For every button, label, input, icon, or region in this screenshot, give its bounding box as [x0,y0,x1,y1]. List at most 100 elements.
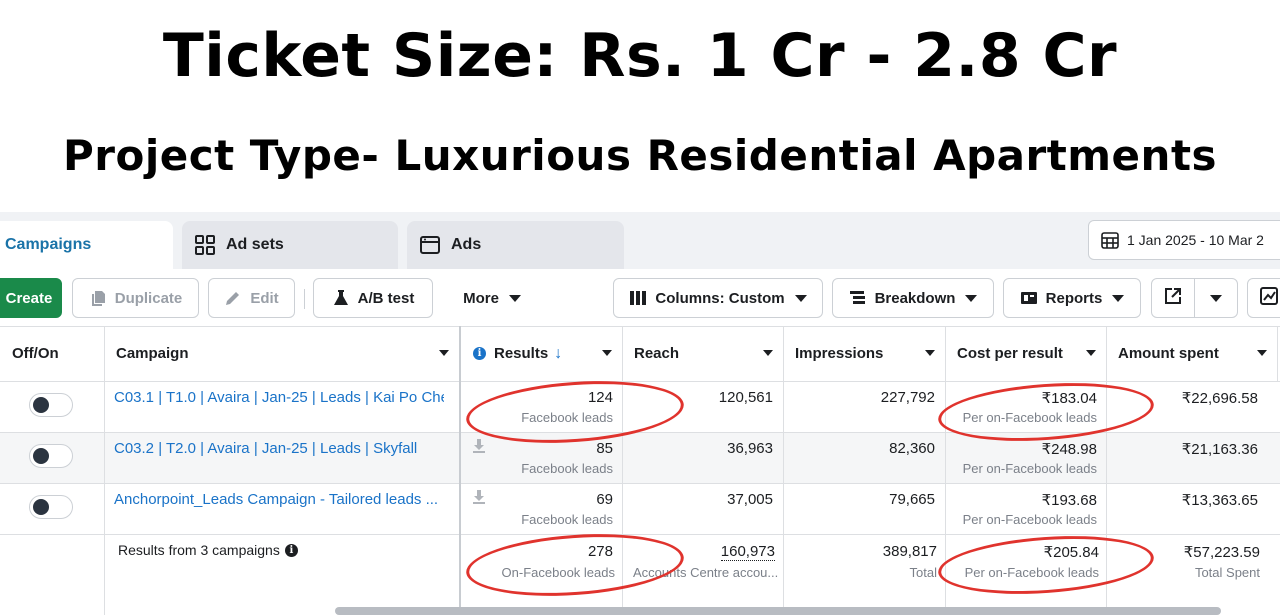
charts-button[interactable] [1247,278,1280,318]
download-icon[interactable] [472,438,486,454]
annotation-circle [936,529,1156,601]
column-header-label: Results [494,345,549,362]
campaign-toggle[interactable] [29,393,73,417]
impressions-value: 227,792 [880,389,935,406]
ads-window-icon [419,234,441,256]
tab-campaigns[interactable]: Campaigns [0,221,173,269]
date-range-picker[interactable]: 1 Jan 2025 - 10 Mar 2 [1088,220,1280,260]
chevron-down-icon [508,294,521,302]
results-value: 69 [596,491,613,508]
info-icon[interactable]: i [284,543,298,557]
grid-line [0,483,1280,484]
reach-value: 37,005 [727,491,773,508]
column-header-cost-per-result[interactable]: Cost per result [945,326,1106,381]
info-icon[interactable]: i [473,347,486,360]
columns-icon [629,290,647,306]
breakdown-label: Breakdown [874,289,956,307]
edit-label: Edit [250,289,279,307]
reports-dropdown[interactable]: Reports [1003,278,1141,318]
calendar-icon [1101,231,1119,249]
tab-ad-sets[interactable]: Ad sets [182,221,398,269]
results-type: Facebook leads [521,512,613,527]
cost-type: Per on-Facebook leads [962,461,1097,476]
headline-subtitle: Project Type- Luxurious Residential Apar… [62,131,1218,180]
sort-descending-icon[interactable]: ↓ [554,345,562,363]
toolbar: Create Duplicate Edit A/B test More Colu… [0,269,1280,326]
column-header-label: Amount spent [1118,345,1219,362]
chevron-down-icon[interactable] [1257,350,1267,356]
duplicate-icon [89,289,107,307]
campaigns-table: Off/On Campaign i Results ↓ Reach Impres… [0,326,1280,615]
date-range-label: 1 Jan 2025 - 10 Mar 2 [1127,232,1264,248]
reports-label: Reports [1045,289,1103,307]
results-type: Facebook leads [521,461,613,476]
ad-sets-grid-icon [194,234,216,256]
export-button[interactable] [1151,278,1195,318]
campaign-name-link[interactable]: C03.1 | T1.0 | Avaira | Jan-25 | Leads |… [114,389,444,406]
ab-test-label[interactable]: A/B test [358,290,415,307]
grid-line [0,534,1280,535]
campaign-name-link[interactable]: Anchorpoint_Leads Campaign - Tailored le… [114,491,444,508]
column-header-off-on[interactable]: Off/On [12,326,102,381]
pencil-icon [224,289,242,307]
flask-icon [332,289,350,307]
campaign-name-link[interactable]: C03.2 | T2.0 | Avaira | Jan-25 | Leads |… [114,440,444,457]
toggle-knob [33,499,49,515]
campaign-toggle[interactable] [29,495,73,519]
duplicate-button[interactable]: Duplicate [72,278,199,318]
chevron-down-icon [1210,294,1222,302]
horizontal-scrollbar[interactable] [335,607,1221,615]
more-dropdown[interactable]: More [447,278,537,318]
column-header-label: Off/On [12,345,59,362]
grid-line [0,381,1280,382]
ads-manager-panel: Campaigns Ad sets Ads 1 Jan 2025 - 10 Ma… [0,212,1280,615]
chevron-down-icon[interactable] [602,350,612,356]
summary-reach-number: 160,973 [720,543,775,561]
tab-ads[interactable]: Ads [407,221,624,269]
tab-campaigns-label: Campaigns [5,236,92,253]
summary-label-text: Results from 3 campaigns [118,542,280,558]
chevron-down-icon[interactable] [925,350,935,356]
create-label: Create [5,289,53,307]
export-icon [1164,287,1182,309]
summary-impressions-value: 389,817 [882,543,937,560]
chevron-down-icon[interactable] [1086,350,1096,356]
chevron-down-icon [965,294,978,302]
more-label: More [463,289,499,307]
tab-ads-label: Ads [451,236,482,253]
summary-label: Results from 3 campaigns i [118,542,298,558]
toggle-knob [33,448,49,464]
edit-button[interactable]: Edit [208,278,295,318]
download-icon[interactable] [472,489,486,505]
amount-spent-value: ₹13,363.65 [1181,492,1258,509]
impressions-value: 82,360 [889,440,935,457]
tab-ad-sets-label: Ad sets [226,236,284,253]
ab-test-button[interactable]: A/B test [313,278,433,318]
column-header-amount-spent[interactable]: Amount spent [1106,326,1277,381]
column-header-results[interactable]: i Results ↓ [461,326,622,381]
create-button[interactable]: Create [0,278,62,318]
column-header-label: Impressions [795,345,884,362]
column-header-impressions[interactable]: Impressions [783,326,945,381]
reach-value: 36,963 [727,440,773,457]
annotation-circle [464,527,686,603]
impressions-value: 79,665 [889,491,935,508]
cost-type: Per on-Facebook leads [962,512,1097,527]
export-dropdown[interactable] [1194,278,1238,318]
amount-spent-value: ₹21,163.36 [1181,441,1258,458]
breakdown-dropdown[interactable]: Breakdown [832,278,994,318]
chevron-down-icon[interactable] [763,350,773,356]
toggle-knob [33,397,49,413]
column-header-label: Campaign [116,345,189,362]
column-header-campaign[interactable]: Campaign [104,326,459,381]
column-header-label: Cost per result [957,345,1063,362]
column-header-reach[interactable]: Reach [622,326,783,381]
cost-value: ₹193.68 [1041,492,1097,509]
chevron-down-icon [794,294,807,302]
campaign-toggle[interactable] [29,444,73,468]
chevron-down-icon[interactable] [439,350,449,356]
reports-icon [1020,290,1038,306]
cost-value: ₹248.98 [1041,441,1097,458]
columns-dropdown[interactable]: Columns: Custom [613,278,823,318]
toolbar-divider [304,289,305,309]
